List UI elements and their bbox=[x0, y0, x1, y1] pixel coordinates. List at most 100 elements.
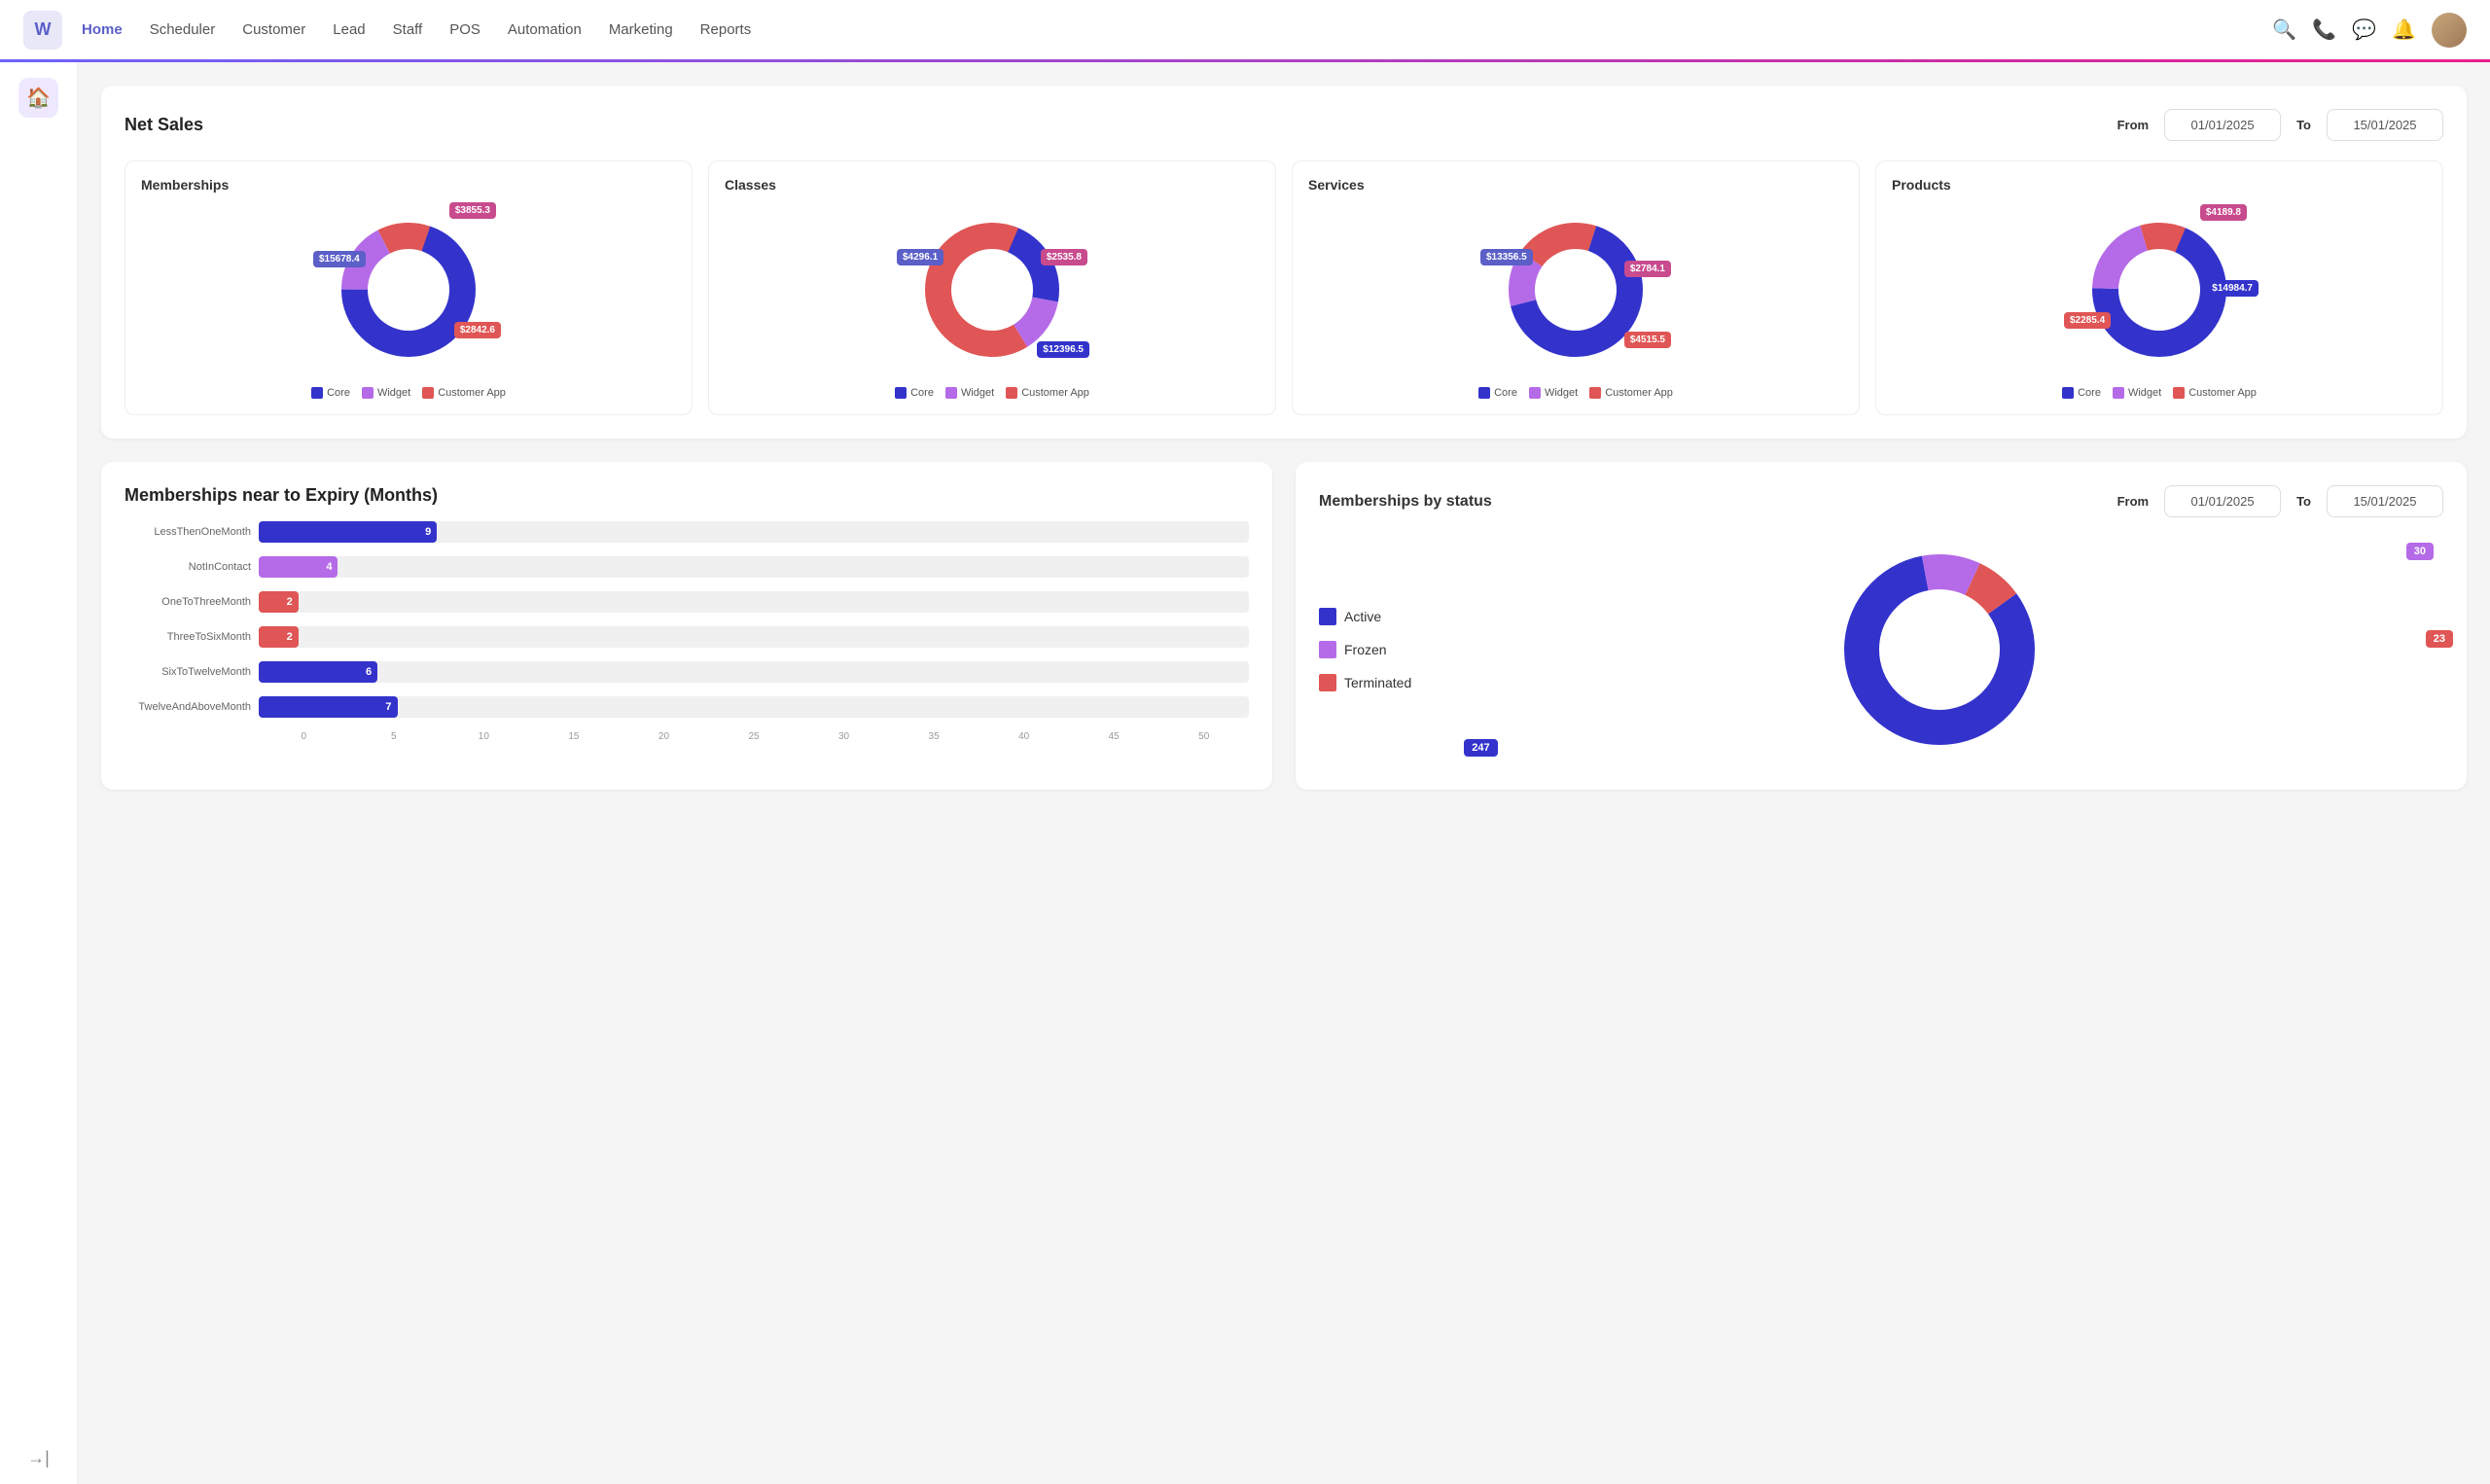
expiry-bar-chart: LessThenOneMonth 9 NotInContact 4 bbox=[124, 521, 1249, 742]
services-widget-label-text: Widget bbox=[1545, 387, 1578, 399]
products-app-label-text: Customer App bbox=[2188, 387, 2257, 399]
axis-1: 5 bbox=[349, 731, 440, 742]
bar-track-5: 7 bbox=[259, 696, 1249, 718]
services-app-label-text: Customer App bbox=[1605, 387, 1673, 399]
notification-icon[interactable]: 🔔 bbox=[2392, 18, 2416, 42]
nav-lead[interactable]: Lead bbox=[333, 21, 365, 38]
bar-value-4: 6 bbox=[366, 666, 372, 678]
bar-axis: 0 5 10 15 20 25 30 35 40 45 50 bbox=[259, 731, 1249, 742]
active-dot bbox=[1319, 608, 1336, 625]
products-legend-core: Core bbox=[2062, 387, 2101, 399]
nav-customer[interactable]: Customer bbox=[242, 21, 305, 38]
status-to-date[interactable]: 15/01/2025 bbox=[2327, 485, 2443, 517]
classes-widget-label-text: Widget bbox=[961, 387, 994, 399]
services-core-label: $13356.5 bbox=[1480, 249, 1533, 265]
services-widget-dot bbox=[1529, 387, 1541, 399]
widget-dot bbox=[362, 387, 374, 399]
nav-home[interactable]: Home bbox=[82, 21, 123, 38]
products-core-label: $14984.7 bbox=[2206, 280, 2259, 297]
services-legend-app: Customer App bbox=[1589, 387, 1673, 399]
expiry-title: Memberships near to Expiry (Months) bbox=[124, 485, 1249, 506]
bar-fill-3: 2 bbox=[259, 626, 299, 648]
status-donut-wrapper: 30 23 247 bbox=[1435, 533, 2443, 766]
charts-grid: Memberships $15678.4 $3855.3 bbox=[124, 160, 2443, 415]
collapse-sidebar-icon[interactable]: →| bbox=[27, 1448, 50, 1468]
axis-7: 35 bbox=[889, 731, 979, 742]
services-donut: $13356.5 $2784.1 $4515.5 bbox=[1498, 212, 1654, 368]
to-label: To bbox=[2289, 118, 2319, 132]
services-legend-widget: Widget bbox=[1529, 387, 1578, 399]
axis-9: 45 bbox=[1069, 731, 1159, 742]
bar-track-3: 2 bbox=[259, 626, 1249, 648]
classes-widget-label: $2535.8 bbox=[1041, 249, 1087, 265]
axis-6: 30 bbox=[799, 731, 889, 742]
bar-value-2: 2 bbox=[287, 596, 293, 608]
active-count-label: 247 bbox=[1464, 739, 1497, 757]
bar-label-4: SixToTwelveMonth bbox=[124, 666, 251, 678]
classes-app-label-text: Customer App bbox=[1021, 387, 1089, 399]
bar-label-0: LessThenOneMonth bbox=[124, 526, 251, 538]
bar-row-5: TwelveAndAboveMonth 7 bbox=[124, 696, 1249, 718]
membership-status-card: Memberships by status From 01/01/2025 To… bbox=[1296, 462, 2467, 790]
whatsapp-icon[interactable]: 💬 bbox=[2352, 18, 2376, 42]
net-sales-date-range: From 01/01/2025 To 15/01/2025 bbox=[2110, 109, 2443, 141]
products-widget-dot bbox=[2113, 387, 2124, 399]
logo-icon[interactable]: W bbox=[23, 11, 62, 50]
products-widget-label: $4189.8 bbox=[2200, 204, 2247, 221]
services-widget-label: $2784.1 bbox=[1624, 261, 1671, 277]
frozen-dot bbox=[1319, 641, 1336, 658]
products-title: Products bbox=[1892, 177, 1951, 193]
classes-legend: Core Widget Customer App bbox=[895, 387, 1089, 399]
axis-5: 25 bbox=[709, 731, 800, 742]
bar-label-3: ThreeToSixMonth bbox=[124, 631, 251, 643]
classes-core-dot bbox=[895, 387, 907, 399]
bar-fill-1: 4 bbox=[259, 556, 338, 578]
nav-reports[interactable]: Reports bbox=[700, 21, 752, 38]
status-from-date[interactable]: 01/01/2025 bbox=[2164, 485, 2281, 517]
home-sidebar-icon[interactable]: 🏠 bbox=[18, 78, 58, 118]
legend-core: Core bbox=[311, 387, 350, 399]
bar-value-0: 9 bbox=[425, 526, 431, 538]
search-icon[interactable]: 🔍 bbox=[2272, 18, 2296, 42]
bar-label-2: OneToThreeMonth bbox=[124, 596, 251, 608]
nav-automation[interactable]: Automation bbox=[508, 21, 582, 38]
services-legend-core: Core bbox=[1478, 387, 1517, 399]
classes-app-label: $12396.5 bbox=[1037, 341, 1089, 358]
products-legend-widget: Widget bbox=[2113, 387, 2161, 399]
bar-fill-0: 9 bbox=[259, 521, 437, 543]
navbar: W Home Scheduler Customer Lead Staff POS… bbox=[0, 0, 2490, 62]
products-widget-label-text: Widget bbox=[2128, 387, 2161, 399]
memberships-core-label: $15678.4 bbox=[313, 251, 366, 267]
products-app-label: $2285.4 bbox=[2064, 312, 2111, 329]
status-donut-svg bbox=[1823, 533, 2056, 766]
axis-3: 15 bbox=[529, 731, 620, 742]
nav-staff[interactable]: Staff bbox=[393, 21, 423, 38]
memberships-legend: Core Widget Customer App bbox=[311, 387, 506, 399]
nav-pos[interactable]: POS bbox=[449, 21, 480, 38]
bar-value-5: 7 bbox=[385, 701, 391, 713]
nav-marketing[interactable]: Marketing bbox=[609, 21, 673, 38]
avatar[interactable] bbox=[2432, 13, 2467, 48]
axis-2: 10 bbox=[439, 731, 529, 742]
bar-row-1: NotInContact 4 bbox=[124, 556, 1249, 578]
terminated-count-label: 23 bbox=[2426, 630, 2453, 648]
products-core-label-text: Core bbox=[2078, 387, 2101, 399]
phone-icon[interactable]: 📞 bbox=[2312, 18, 2336, 42]
net-sales-header: Net Sales From 01/01/2025 To 15/01/2025 bbox=[124, 109, 2443, 141]
core-label: Core bbox=[327, 387, 350, 399]
bar-track-0: 9 bbox=[259, 521, 1249, 543]
to-date-input[interactable]: 15/01/2025 bbox=[2327, 109, 2443, 141]
products-core-dot bbox=[2062, 387, 2074, 399]
services-legend: Core Widget Customer App bbox=[1478, 387, 1673, 399]
products-donut: $4189.8 $14984.7 $2285.4 bbox=[2081, 212, 2237, 368]
status-date-range: From 01/01/2025 To 15/01/2025 bbox=[2110, 485, 2443, 517]
products-legend-app: Customer App bbox=[2173, 387, 2257, 399]
classes-core-label: $4296.1 bbox=[897, 249, 943, 265]
axis-10: 50 bbox=[1158, 731, 1249, 742]
status-from-label: From bbox=[2110, 494, 2157, 509]
status-terminated: Terminated bbox=[1319, 674, 1411, 691]
nav-scheduler[interactable]: Scheduler bbox=[150, 21, 216, 38]
classes-widget-dot bbox=[945, 387, 957, 399]
from-date-input[interactable]: 01/01/2025 bbox=[2164, 109, 2281, 141]
classes-legend-app: Customer App bbox=[1006, 387, 1089, 399]
